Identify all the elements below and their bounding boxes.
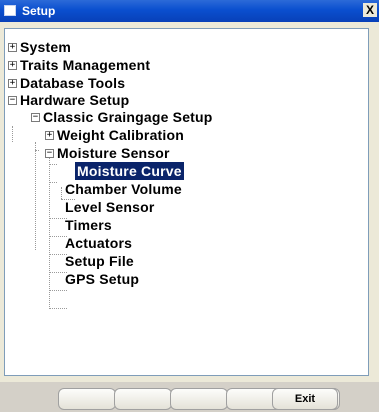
collapse-classic-graingage-setup-icon[interactable]: − xyxy=(31,113,40,122)
tree-item-label: Actuators xyxy=(65,235,133,251)
expand-system-icon[interactable]: + xyxy=(8,43,17,52)
tree-item-hardware-setup[interactable]: Hardware Setup xyxy=(18,91,131,109)
tree-item-classic-graingage-setup[interactable]: Classic Graingage Setup xyxy=(41,108,215,126)
tree-item-label: Timers xyxy=(65,217,112,233)
tree-item-label: Moisture Curve xyxy=(74,161,185,181)
close-button[interactable]: X xyxy=(363,3,377,17)
tree-item-database-tools[interactable]: Database Tools xyxy=(18,74,127,92)
window-title: Setup xyxy=(22,4,56,18)
tree-item-level-sensor[interactable]: Level Sensor xyxy=(63,198,157,216)
collapse-moisture-sensor-icon[interactable]: − xyxy=(45,149,54,158)
tree-item-label: System xyxy=(20,39,72,55)
tree-item-label: Classic Graingage Setup xyxy=(43,109,213,125)
tree: + + + − − + − System Traits Management D… xyxy=(5,29,368,375)
tree-item-label: Chamber Volume xyxy=(65,181,182,197)
tree-item-actuators[interactable]: Actuators xyxy=(63,234,134,252)
tree-item-label: Weight Calibration xyxy=(57,127,185,143)
tree-item-gps-setup[interactable]: GPS Setup xyxy=(63,270,141,288)
tree-item-label: GPS Setup xyxy=(65,271,140,287)
tree-item-label: Moisture Sensor xyxy=(57,145,170,161)
tree-item-setup-file[interactable]: Setup File xyxy=(63,252,136,270)
tree-item-timers[interactable]: Timers xyxy=(63,216,114,234)
tree-item-moisture-curve[interactable]: Moisture Curve xyxy=(74,161,185,181)
setup-window: Setup X + + + − − + − System Traits Mana… xyxy=(0,0,379,412)
expand-database-tools-icon[interactable]: + xyxy=(8,79,17,88)
tree-item-label: Hardware Setup xyxy=(20,92,130,108)
tree-item-label: Level Sensor xyxy=(65,199,155,215)
tree-item-traits-management[interactable]: Traits Management xyxy=(18,56,152,74)
button-bar: Exit xyxy=(0,382,379,412)
title-bar[interactable]: Setup X xyxy=(0,0,379,22)
tree-item-label: Database Tools xyxy=(20,75,126,91)
setup-tree-view[interactable]: + + + − − + − System Traits Management D… xyxy=(4,28,369,376)
function-button-2[interactable] xyxy=(114,388,172,410)
tree-item-chamber-volume[interactable]: Chamber Volume xyxy=(63,180,184,198)
tree-item-system[interactable]: System xyxy=(18,38,73,56)
tree-item-moisture-sensor[interactable]: Moisture Sensor xyxy=(55,144,172,162)
expand-traits-management-icon[interactable]: + xyxy=(8,61,17,70)
tree-item-weight-calibration[interactable]: Weight Calibration xyxy=(55,126,186,144)
collapse-hardware-setup-icon[interactable]: − xyxy=(8,96,17,105)
tree-item-label: Traits Management xyxy=(20,57,151,73)
function-button-1[interactable] xyxy=(58,388,116,410)
exit-button[interactable]: Exit xyxy=(272,388,338,410)
window-icon xyxy=(4,5,16,16)
function-button-3[interactable] xyxy=(170,388,228,410)
expand-weight-calibration-icon[interactable]: + xyxy=(45,131,54,140)
tree-item-label: Setup File xyxy=(65,253,134,269)
